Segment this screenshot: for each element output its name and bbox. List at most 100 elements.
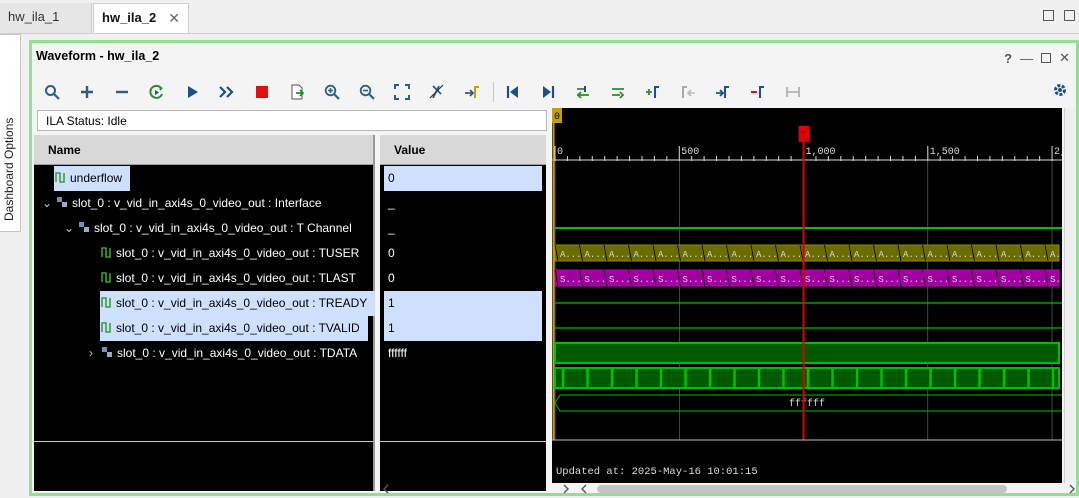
bus-value-label: A...	[1026, 250, 1048, 260]
go-to-time-zero-icon[interactable]	[499, 80, 527, 104]
add-marker-icon[interactable]	[639, 80, 667, 104]
signal-value: 1	[384, 316, 542, 341]
restore-icon[interactable]	[1043, 10, 1054, 21]
dashboard-options-label: Dashboard Options	[2, 117, 16, 221]
bus-value-label: S...	[1050, 275, 1062, 285]
signal-row[interactable]: slot_0 : v_vid_in_axi4s_0_video_out : TL…	[100, 266, 360, 291]
run-immediate-icon[interactable]	[213, 80, 241, 104]
signal-value: _	[388, 221, 395, 235]
signal-row[interactable]: slot_0 : v_vid_in_axi4s_0_video_out : TV…	[100, 316, 368, 341]
bus-value-label: S...	[756, 275, 778, 285]
bus-value-label: S...	[1026, 275, 1048, 285]
horizontal-scrollbar[interactable]	[382, 483, 1076, 495]
window-controls	[1043, 10, 1075, 21]
waveform-panel: Waveform - hw_ila_2 ? — ✕ ILA Status: Id…	[29, 40, 1079, 496]
signal-value: 0	[388, 271, 395, 285]
waveform-canvas[interactable]: 05001,0001,5002,0A...A...A...A...A...A..…	[552, 108, 1072, 483]
bus-value-label: S...	[805, 275, 827, 285]
bus-value-label: A...	[560, 250, 582, 260]
delete-marker-icon[interactable]	[744, 80, 772, 104]
panel-controls: ? — ✕	[1004, 50, 1070, 66]
bus-value-label: A...	[1050, 250, 1062, 260]
signal-row[interactable]: ⌄ slot_0 : v_vid_in_axi4s_0_video_out : I…	[42, 191, 326, 216]
vertical-scrollbar[interactable]	[1064, 108, 1076, 483]
remove-icon[interactable]	[108, 80, 136, 104]
bus-value-label: A...	[879, 250, 901, 260]
signal-value: 0	[384, 166, 542, 191]
zoom-fit-icon[interactable]	[388, 80, 416, 104]
export-icon[interactable]	[283, 80, 311, 104]
gear-icon[interactable]	[1052, 82, 1068, 101]
tdata-value-label: ffffff	[789, 398, 825, 410]
signal-wire-icon	[54, 171, 66, 185]
value-pane-divider	[380, 441, 546, 442]
ruler-tick-label: 0	[557, 147, 563, 158]
next-transition-icon[interactable]	[604, 80, 632, 104]
bus-value-label: S...	[928, 275, 950, 285]
bus-value-label: S...	[781, 275, 803, 285]
close-tab-icon[interactable]: ✕	[168, 10, 180, 27]
waveform-toolbar	[32, 77, 1076, 107]
signal-name: slot_0 : v_vid_in_axi4s_0_video_out : T …	[94, 221, 352, 235]
bus-value-label: A...	[805, 250, 827, 260]
maximize-icon[interactable]	[1041, 53, 1052, 63]
signal-row[interactable]: underflow	[54, 166, 131, 191]
tab-hw-ila-1[interactable]: hw_ila_1	[0, 3, 92, 33]
dashboard-options-rail[interactable]: Dashboard Options	[0, 34, 21, 232]
run-trigger-icon[interactable]	[178, 80, 206, 104]
bus-value-label: S...	[585, 275, 607, 285]
run-trigger-refresh-icon[interactable]	[143, 80, 171, 104]
bus-value-label: A...	[781, 250, 803, 260]
search-icon[interactable]	[38, 80, 66, 104]
bus-value-label: A...	[585, 250, 607, 260]
signal-name: slot_0 : v_vid_in_axi4s_0_video_out : In…	[72, 196, 322, 210]
tab-hw-ila-2[interactable]: hw_ila_2 ✕	[93, 3, 189, 33]
bus-value-label: A...	[634, 250, 656, 260]
chevron-right-icon[interactable]: ›	[89, 341, 101, 366]
add-icon[interactable]	[73, 80, 101, 104]
float-icon[interactable]	[1064, 10, 1075, 21]
signal-row[interactable]: › slot_0 : v_vid_in_axi4s_0_video_out : T…	[89, 341, 361, 366]
next-marker-icon[interactable]	[709, 80, 737, 104]
zoom-out-icon[interactable]	[353, 80, 381, 104]
help-icon[interactable]: ?	[1004, 51, 1012, 66]
chevron-down-icon[interactable]: ⌄	[64, 216, 78, 241]
signal-row[interactable]: slot_0 : v_vid_in_axi4s_0_video_out : TR…	[100, 291, 376, 316]
bus-value-label: S...	[634, 275, 656, 285]
previous-transition-icon[interactable]	[569, 80, 597, 104]
ruler-tick-label: 1,500	[930, 147, 960, 158]
chevron-down-icon[interactable]: ⌄	[42, 191, 56, 216]
document-tab-bar: hw_ila_1 hw_ila_2 ✕	[0, 0, 1079, 34]
go-to-last-time-icon[interactable]	[534, 80, 562, 104]
swap-cursors-icon[interactable]	[779, 80, 807, 104]
bus-value-label: A...	[952, 250, 974, 260]
signal-bus-icon	[101, 346, 113, 360]
go-to-cursor-icon[interactable]	[458, 80, 486, 104]
signal-name-pane: Name underflow ⌄ slot_0 : v_vid_in_axi4s_0…	[34, 135, 376, 491]
zoom-in-icon[interactable]	[318, 80, 346, 104]
name-column-header[interactable]: Name	[34, 135, 373, 165]
tab-label: hw_ila_2	[102, 10, 157, 25]
ruler-tick-label: 1,000	[806, 147, 836, 158]
value-column-header[interactable]: Value	[380, 135, 546, 165]
close-icon[interactable]: ✕	[1059, 50, 1070, 66]
wave-tready	[554, 342, 1060, 364]
signal-row[interactable]: ⌄ slot_0 : v_vid_in_axi4s_0_video_out : T…	[64, 216, 356, 241]
minimize-icon[interactable]: —	[1020, 51, 1033, 66]
previous-marker-icon[interactable]	[674, 80, 702, 104]
bus-value-label: S...	[683, 275, 705, 285]
bus-value-label: A...	[707, 250, 729, 260]
bus-value-label: A...	[609, 250, 631, 260]
cursor-off-icon[interactable]	[423, 80, 451, 104]
bus-value-label: A...	[756, 250, 778, 260]
stop-icon[interactable]	[248, 80, 276, 104]
signal-wire-icon	[100, 321, 112, 335]
signal-name: slot_0 : v_vid_in_axi4s_0_video_out : TU…	[116, 246, 360, 260]
signal-row[interactable]: slot_0 : v_vid_in_axi4s_0_video_out : TU…	[100, 241, 363, 266]
ila-status-value: Idle	[107, 114, 127, 128]
signal-value: ffffff	[388, 346, 407, 360]
trigger-marker-label: T	[801, 131, 807, 142]
bus-value-label: A...	[903, 250, 925, 260]
panel-title: Waveform - hw_ila_2	[36, 49, 160, 63]
bus-value-label: S...	[707, 275, 729, 285]
